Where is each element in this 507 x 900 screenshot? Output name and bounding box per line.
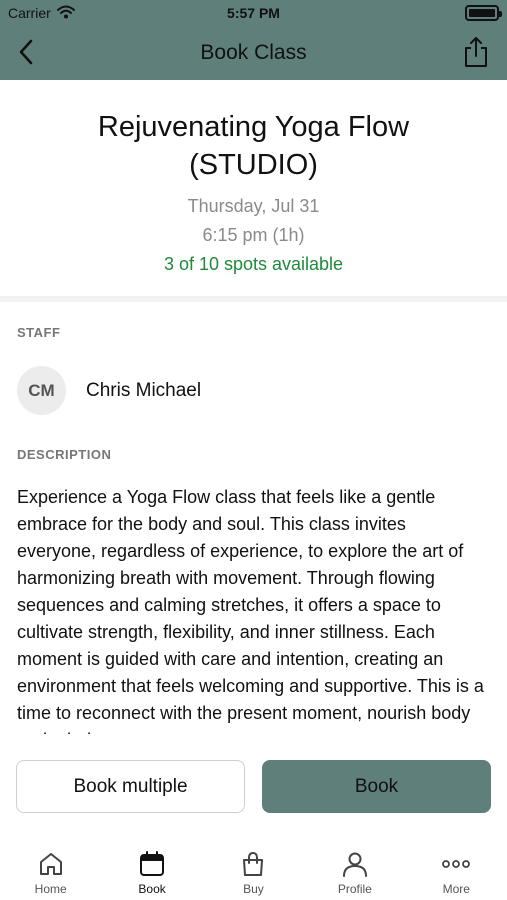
spots-available: 3 of 10 spots available [163, 254, 344, 274]
class-header: Rejuvenating Yoga Flow (STUDIO) Thursday… [0, 80, 507, 302]
tab-label-profile: Profile [337, 882, 372, 896]
nav-bar: Book Class [0, 26, 507, 80]
description-text: Experience a Yoga Flow class that feels … [17, 487, 484, 734]
home-icon [37, 850, 65, 878]
staff-row[interactable]: CM Chris Michael [17, 366, 201, 415]
person-icon [341, 850, 369, 878]
tab-book[interactable]: Book [112, 850, 192, 896]
wifi-icon [56, 5, 75, 22]
share-button[interactable] [459, 34, 493, 70]
status-bar: Carrier 5:57 PM [0, 0, 507, 26]
tab-label-buy: Buy [243, 882, 264, 896]
tab-profile[interactable]: Profile [315, 850, 395, 896]
more-icon [442, 850, 471, 878]
tab-label-more: More [442, 882, 470, 896]
avatar: CM [17, 366, 66, 415]
share-icon [465, 37, 487, 67]
status-left: Carrier [8, 5, 75, 22]
tab-home[interactable]: Home [11, 850, 91, 896]
battery-icon [465, 5, 502, 21]
action-bar: Book multiple Book [0, 734, 507, 820]
staff-section-label: STAFF [17, 325, 61, 340]
carrier-label: Carrier [8, 5, 51, 21]
class-title-line2: (STUDIO) [189, 149, 318, 181]
class-date: Thursday, Jul 31 [187, 196, 320, 216]
tab-buy[interactable]: Buy [213, 850, 293, 896]
class-title-line1: Rejuvenating Yoga Flow [97, 111, 410, 143]
class-title: Rejuvenating Yoga Flow (STUDIO) [0, 108, 507, 184]
tab-label-home: Home [34, 882, 67, 896]
tab-label-book: Book [138, 882, 166, 896]
staff-name: Chris Michael [86, 379, 202, 401]
status-time: 5:57 PM [227, 5, 280, 21]
back-button[interactable] [10, 36, 42, 68]
calendar-icon [138, 850, 166, 878]
book-multiple-button[interactable]: Book multiple [16, 760, 245, 813]
class-time: 6:15 pm (1h) [202, 225, 305, 245]
tab-bar: Home Book Buy Profile More [0, 836, 507, 900]
description-section-label: DESCRIPTION [17, 447, 112, 462]
chevron-left-icon [19, 39, 33, 65]
tab-more[interactable]: More [416, 850, 496, 896]
shopping-bag-icon [239, 850, 267, 878]
book-button[interactable]: Book [262, 760, 491, 813]
page-title: Book Class [200, 41, 307, 64]
